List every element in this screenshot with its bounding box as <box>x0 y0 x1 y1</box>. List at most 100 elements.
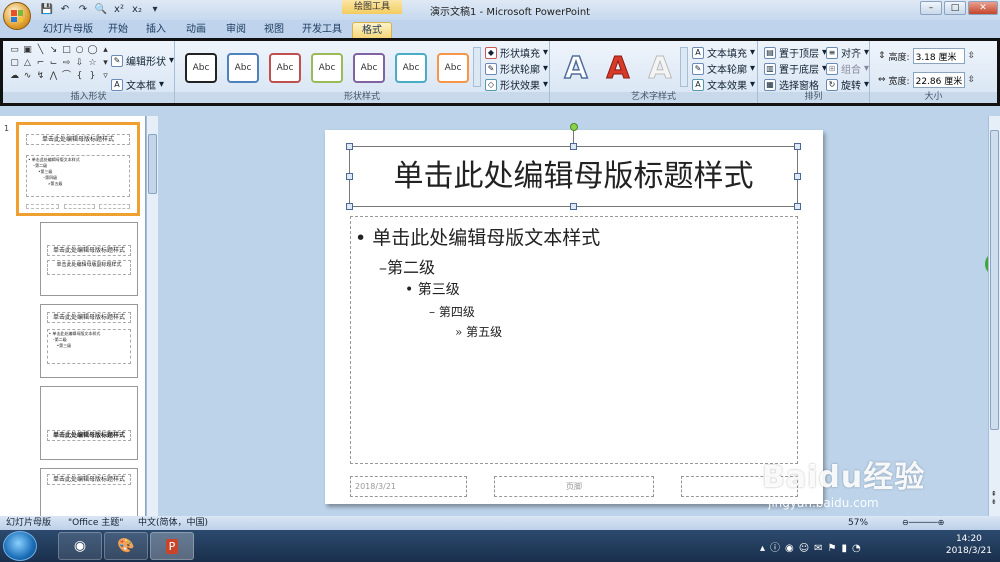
image-shape-icon[interactable]: ▣ <box>22 45 33 56</box>
wordart-styles-scroll[interactable] <box>680 47 688 87</box>
height-spinner-icon[interactable]: ⇳ <box>968 51 976 61</box>
zoom-slider-icon[interactable]: ⊖──────⊕ <box>902 516 944 530</box>
text-box-button[interactable]: A 文本框 ▾ <box>111 77 164 92</box>
wordart-style-white-icon[interactable]: A <box>642 51 678 87</box>
brace-shape-icon[interactable]: { <box>74 71 85 82</box>
arc-shape-icon[interactable]: ⌒ <box>61 71 72 82</box>
curve-shape-icon[interactable]: ∿ <box>22 71 33 82</box>
more-shape-icon[interactable]: ▴ <box>100 45 111 56</box>
shape-style-4[interactable]: Abc <box>311 53 343 83</box>
shape-fill-button[interactable]: ◆ 形状填充 ▾ <box>485 45 548 60</box>
shape-outline-button[interactable]: ✎ 形状轮廓 ▾ <box>485 61 548 76</box>
cloud-shape-icon[interactable]: ☁ <box>9 71 20 82</box>
rotation-handle[interactable] <box>570 123 578 131</box>
shape-style-6[interactable]: Abc <box>395 53 427 83</box>
shape-style-2[interactable]: Abc <box>227 53 259 83</box>
paint-taskbar-icon[interactable]: 🎨 <box>104 532 148 560</box>
line-shape-icon[interactable]: ╲ <box>35 45 46 56</box>
resize-handle[interactable] <box>794 203 801 210</box>
tab-review[interactable]: 审阅 <box>220 22 252 38</box>
ellipse-shape-icon[interactable]: ○ <box>74 45 85 56</box>
arrow-shape-icon[interactable]: ↘ <box>48 45 59 56</box>
shape-style-3[interactable]: Abc <box>269 53 301 83</box>
send-to-back-button[interactable]: ▥ 置于底层 ▾ <box>764 61 827 76</box>
tab-animations[interactable]: 动画 <box>180 22 212 38</box>
rect-shape-icon[interactable]: □ <box>61 45 72 56</box>
align-button[interactable]: ≡ 对齐 ▾ <box>826 45 869 60</box>
redo-icon[interactable]: ↷ <box>76 3 90 17</box>
tab-format[interactable]: 格式 <box>352 22 392 38</box>
shape-gallery[interactable]: ▭ ▣ ╲ ↘ □ ○ ◯ ▴ ▢ △ ⌐ ⌙ ⇨ ⇩ ☆ ▾ ☁ ∿ ↯ ⋀ ⌒{} ▿ <box>9 45 108 82</box>
shape-styles-scroll[interactable] <box>473 47 481 87</box>
downarrow-shape-icon[interactable]: ⇩ <box>74 58 85 69</box>
star-shape-icon[interactable]: ☆ <box>87 58 98 69</box>
resize-handle[interactable] <box>346 143 353 150</box>
thumbnails-scrollbar[interactable] <box>146 116 158 516</box>
tab-insert[interactable]: 插入 <box>140 22 172 38</box>
rotate-button[interactable]: ↻ 旋转 ▾ <box>826 77 869 92</box>
bend-shape-icon[interactable]: ↯ <box>35 71 46 82</box>
shape-style-7[interactable]: Abc <box>437 53 469 83</box>
slide-scrollbar[interactable]: ⇞ ⇟ <box>988 116 1000 516</box>
triangle-shape-icon[interactable]: △ <box>22 58 33 69</box>
shape-dropdown-icon[interactable]: ▿ <box>100 71 111 82</box>
resize-handle[interactable] <box>570 143 577 150</box>
save-icon[interactable]: 💾 <box>40 3 54 17</box>
clock[interactable]: 14:20 2018/3/21 <box>946 533 992 557</box>
resize-handle[interactable] <box>794 143 801 150</box>
footer-text-placeholder[interactable]: 页脚 <box>494 476 654 497</box>
start-button[interactable] <box>3 531 37 561</box>
tab-developer[interactable]: 开发工具 <box>298 22 346 38</box>
subscript-icon[interactable]: x₂ <box>130 3 144 17</box>
zoom-level[interactable]: 57% <box>848 516 868 530</box>
shape-effects-button[interactable]: ◇ 形状效果 ▾ <box>485 77 548 92</box>
resize-handle[interactable] <box>346 173 353 180</box>
superscript-icon[interactable]: x² <box>112 3 126 17</box>
preview-icon[interactable]: 🔍 <box>94 3 108 17</box>
tab-home[interactable]: 开始 <box>102 22 134 38</box>
close-button[interactable]: ✕ <box>968 1 998 15</box>
textbox-shape-icon[interactable]: ▭ <box>9 45 20 56</box>
resize-handle[interactable] <box>570 203 577 210</box>
text-fill-button[interactable]: A 文本填充 ▾ <box>692 45 755 60</box>
height-input[interactable] <box>912 48 965 64</box>
resize-handle[interactable] <box>794 173 801 180</box>
wordart-style-outline-icon[interactable]: A <box>558 50 594 87</box>
selection-pane-button[interactable]: ▦ 选择窗格 <box>764 77 819 92</box>
tab-slide-master[interactable]: 幻灯片母版 <box>40 22 96 38</box>
thumbnail-master[interactable]: 单击此处编辑母版标题样式 • 单击此处编辑母版文本样式 –第二级 •第三级 –第… <box>16 122 140 216</box>
thumbnail-layout-content[interactable]: 单击此处编辑母版标题样式 • 单击此处编辑母版文本样式 –第二级 •第三级 <box>40 304 138 378</box>
wordart-style-red-icon[interactable]: A <box>600 51 636 87</box>
edit-shape-button[interactable]: ✎ 编辑形状 ▾ <box>111 53 174 68</box>
page-nav-icon[interactable]: ⇞ ⇟ <box>991 490 997 506</box>
width-input[interactable] <box>912 72 965 88</box>
freeform-shape-icon[interactable]: ⋀ <box>48 71 59 82</box>
brace-right-shape-icon[interactable]: } <box>87 71 98 82</box>
oval-shape-icon[interactable]: ◯ <box>87 45 98 56</box>
width-spinner-icon[interactable]: ⇳ <box>968 75 976 85</box>
powerpoint-taskbar-icon[interactable]: P <box>150 532 194 560</box>
shape-style-1[interactable]: Abc <box>185 53 217 83</box>
undo-icon[interactable]: ↶ <box>58 3 72 17</box>
elbow-shape-icon[interactable]: ⌐ <box>35 58 46 69</box>
thumbnail-layout-title[interactable]: 单击此处编辑母版标题样式 单击此处编辑母版副标题样式 <box>40 222 138 296</box>
bring-to-front-button[interactable]: ▤ 置于顶层 ▾ <box>764 45 827 60</box>
footer-date-placeholder[interactable]: 2018/3/21 <box>350 476 467 497</box>
title-placeholder[interactable]: 单击此处编辑母版标题样式 <box>349 146 798 207</box>
text-effects-button[interactable]: A 文本效果 ▾ <box>692 77 755 92</box>
tab-view[interactable]: 视图 <box>258 22 290 38</box>
thumbnail-layout-two-content[interactable]: 单击此处编辑母版标题样式 <box>40 468 138 516</box>
connector-shape-icon[interactable]: ⌙ <box>48 58 59 69</box>
minimize-button[interactable]: – <box>920 1 942 15</box>
maximize-button[interactable]: □ <box>944 1 966 15</box>
resize-handle[interactable] <box>346 203 353 210</box>
office-button[interactable] <box>3 2 31 30</box>
body-placeholder[interactable]: • 单击此处编辑母版文本样式 –第二级 • 第三级 – 第四级 » 第五级 <box>350 216 798 464</box>
roundrect-shape-icon[interactable]: ▢ <box>9 58 20 69</box>
customize-qat-icon[interactable]: ▾ <box>148 3 162 17</box>
shape-style-5[interactable]: Abc <box>353 53 385 83</box>
system-tray-icons[interactable]: ▴ⓘ◉☺✉⚑▮◔ <box>760 539 866 554</box>
browser-taskbar-icon[interactable]: ◉ <box>58 532 102 560</box>
scroll-shape-icon[interactable]: ▾ <box>100 58 111 69</box>
group-objects-button[interactable]: ⊞ 组合 ▾ <box>826 61 869 76</box>
